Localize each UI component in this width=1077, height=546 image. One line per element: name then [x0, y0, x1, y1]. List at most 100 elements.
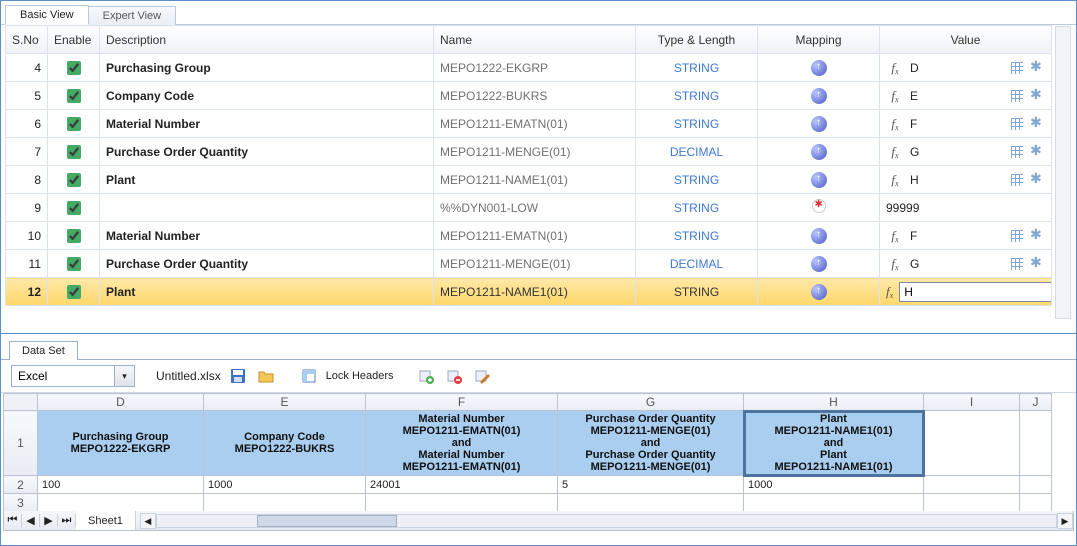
colhdr-F[interactable]: F	[366, 394, 558, 411]
settings-gear-icon[interactable]	[1029, 88, 1045, 104]
sheet-header-cell[interactable]	[1020, 411, 1052, 476]
settings-gear-icon[interactable]	[1029, 228, 1045, 244]
arrow-up-icon[interactable]	[811, 88, 827, 104]
tab-data-set[interactable]: Data Set	[9, 341, 78, 360]
source-type-dropdown-icon[interactable]: ▾	[115, 365, 135, 387]
fx-icon[interactable]	[886, 60, 904, 76]
hscroll-thumb[interactable]	[257, 515, 397, 527]
sheet-data-cell[interactable]	[924, 476, 1020, 494]
settings-gear-icon[interactable]	[1029, 60, 1045, 76]
enable-checkbox[interactable]	[67, 257, 81, 271]
add-row-icon[interactable]	[415, 365, 437, 387]
arrow-up-icon[interactable]	[811, 144, 827, 160]
sheet-tab[interactable]: Sheet1	[76, 511, 136, 530]
error-icon[interactable]	[812, 199, 826, 213]
table-row[interactable]: 6Material NumberMEPO1211-EMATN(01)STRING…	[6, 110, 1052, 138]
arrow-up-icon[interactable]	[811, 172, 827, 188]
col-desc[interactable]: Description	[100, 26, 434, 54]
lookup-grid-icon[interactable]	[1009, 228, 1025, 244]
rowhdr-2[interactable]: 2	[4, 476, 38, 494]
type-link[interactable]: STRING	[674, 61, 719, 75]
tab-expert-view[interactable]: Expert View	[88, 6, 177, 25]
fx-icon[interactable]	[886, 228, 904, 244]
type-link[interactable]: STRING	[674, 201, 719, 215]
colhdr-E[interactable]: E	[204, 394, 366, 411]
table-row[interactable]: 4Purchasing GroupMEPO1222-EKGRPSTRINGD	[6, 54, 1052, 82]
enable-checkbox[interactable]	[67, 61, 81, 75]
type-link[interactable]: STRING	[674, 117, 719, 131]
enable-checkbox[interactable]	[67, 201, 81, 215]
enable-checkbox[interactable]	[67, 173, 81, 187]
col-mapping[interactable]: Mapping	[758, 26, 880, 54]
sheet-data-cell[interactable]: 1000	[744, 476, 924, 494]
sheet-next-icon[interactable]: ▶	[40, 514, 58, 527]
table-row[interactable]: 8PlantMEPO1211-NAME1(01)STRINGH	[6, 166, 1052, 194]
hscroll-right-icon[interactable]: ▶	[1057, 513, 1073, 529]
source-type-combo[interactable]: ▾	[11, 365, 135, 387]
lock-headers-icon[interactable]	[298, 365, 320, 387]
hscroll-track[interactable]	[156, 514, 1057, 528]
colhdr-H[interactable]: H	[744, 394, 924, 411]
tab-basic-view[interactable]: Basic View	[5, 5, 89, 25]
sheet-header-cell[interactable]: Purchase Order QuantityMEPO1211-MENGE(01…	[558, 411, 744, 476]
lookup-grid-icon[interactable]	[1009, 88, 1025, 104]
sheet-header-cell[interactable]: PlantMEPO1211-NAME1(01)andPlantMEPO1211-…	[744, 411, 924, 476]
col-sno[interactable]: S.No	[6, 26, 48, 54]
value-input[interactable]	[899, 282, 1051, 302]
table-row[interactable]: 10Material NumberMEPO1211-EMATN(01)STRIN…	[6, 222, 1052, 250]
type-link[interactable]: STRING	[674, 173, 719, 187]
enable-checkbox[interactable]	[67, 89, 81, 103]
hscroll-left-icon[interactable]: ◀	[140, 513, 156, 529]
lookup-grid-icon[interactable]	[1009, 116, 1025, 132]
sheet-corner[interactable]	[4, 394, 38, 411]
lookup-grid-icon[interactable]	[1009, 172, 1025, 188]
table-row[interactable]: 11Purchase Order QuantityMEPO1211-MENGE(…	[6, 250, 1052, 278]
enable-checkbox[interactable]	[67, 285, 81, 299]
lookup-grid-icon[interactable]	[1009, 144, 1025, 160]
source-type-input[interactable]	[11, 365, 115, 387]
grid-scrollbar[interactable]	[1055, 26, 1071, 319]
settings-gear-icon[interactable]	[1029, 256, 1045, 272]
enable-checkbox[interactable]	[67, 229, 81, 243]
arrow-up-icon[interactable]	[811, 256, 827, 272]
sheet-data-cell[interactable]	[1020, 476, 1052, 494]
type-link[interactable]: STRING	[674, 285, 719, 299]
arrow-up-icon[interactable]	[811, 60, 827, 76]
lookup-grid-icon[interactable]	[1009, 256, 1025, 272]
rowhdr-1[interactable]: 1	[4, 411, 38, 476]
table-row[interactable]: 12PlantMEPO1211-NAME1(01)STRING▾	[6, 278, 1052, 306]
fx-icon[interactable]	[886, 88, 904, 104]
settings-gear-icon[interactable]	[1029, 116, 1045, 132]
arrow-up-icon[interactable]	[811, 284, 827, 300]
fx-icon[interactable]	[886, 144, 904, 160]
sheet-data-cell[interactable]: 5	[558, 476, 744, 494]
colhdr-I[interactable]: I	[924, 394, 1020, 411]
delete-row-icon[interactable]	[443, 365, 465, 387]
col-enable[interactable]: Enable	[48, 26, 100, 54]
type-link[interactable]: DECIMAL	[670, 257, 723, 271]
colhdr-D[interactable]: D	[38, 394, 204, 411]
sheet-data-cell[interactable]: 24001	[366, 476, 558, 494]
arrow-up-icon[interactable]	[811, 228, 827, 244]
lock-headers-label[interactable]: Lock Headers	[326, 370, 394, 382]
arrow-up-icon[interactable]	[811, 116, 827, 132]
fx-icon[interactable]	[886, 284, 893, 300]
fx-icon[interactable]	[886, 256, 904, 272]
sheet-data-cell[interactable]: 1000	[204, 476, 366, 494]
type-link[interactable]: STRING	[674, 229, 719, 243]
enable-checkbox[interactable]	[67, 145, 81, 159]
settings-gear-icon[interactable]	[1029, 144, 1045, 160]
col-name[interactable]: Name	[434, 26, 636, 54]
sheet-header-cell[interactable]	[924, 411, 1020, 476]
rowhdr-3[interactable]: 3	[4, 494, 38, 512]
edit-sheet-icon[interactable]	[471, 365, 493, 387]
save-icon[interactable]	[227, 365, 249, 387]
fx-icon[interactable]	[886, 172, 904, 188]
spreadsheet[interactable]: D E F G H I J 1 Purchasing GroupMEPO1222…	[3, 393, 1074, 511]
settings-gear-icon[interactable]	[1029, 172, 1045, 188]
type-link[interactable]: STRING	[674, 89, 719, 103]
col-type[interactable]: Type & Length	[636, 26, 758, 54]
colhdr-J[interactable]: J	[1020, 394, 1052, 411]
table-row[interactable]: 9%%DYN001-LOWSTRING99999	[6, 194, 1052, 222]
fx-icon[interactable]	[886, 116, 904, 132]
